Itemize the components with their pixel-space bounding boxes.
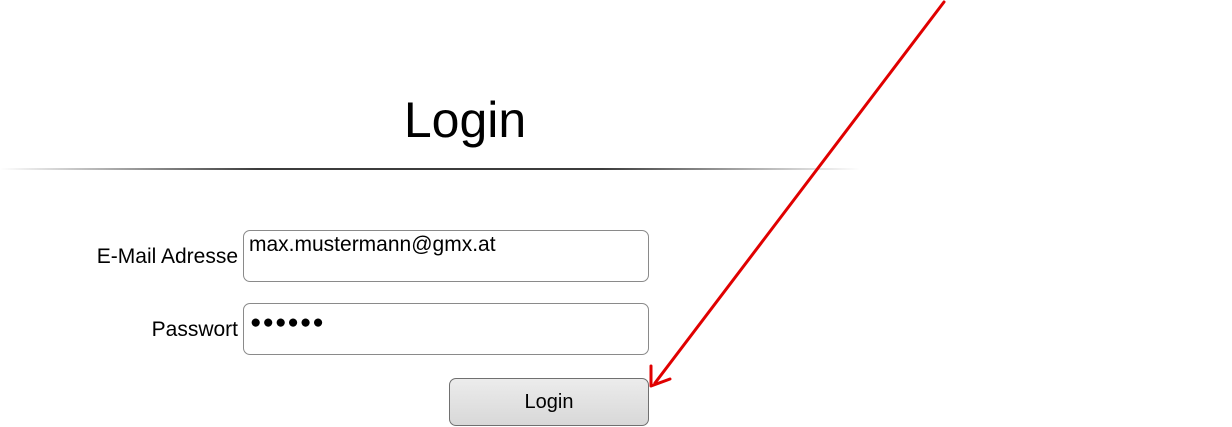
- login-button[interactable]: Login: [449, 378, 649, 426]
- password-field[interactable]: ●●●●●●: [243, 303, 649, 355]
- password-label: Passwort: [151, 318, 238, 341]
- password-field-mask: ●●●●●●: [250, 312, 325, 333]
- page-title: Login: [403, 92, 527, 148]
- arrow-head: [649, 364, 672, 388]
- email-field[interactable]: max.mustermann@gmx.at: [243, 230, 649, 282]
- arrow-shaft: [653, 0, 946, 385]
- arrow-pointer-icon: [649, 0, 946, 388]
- email-field-value: max.mustermann@gmx.at: [249, 233, 496, 256]
- email-label: E-Mail Adresse: [96, 245, 238, 268]
- login-page: Login E-Mail Adresse max.mustermann@gmx.…: [0, 0, 1232, 427]
- title-divider: [0, 168, 860, 170]
